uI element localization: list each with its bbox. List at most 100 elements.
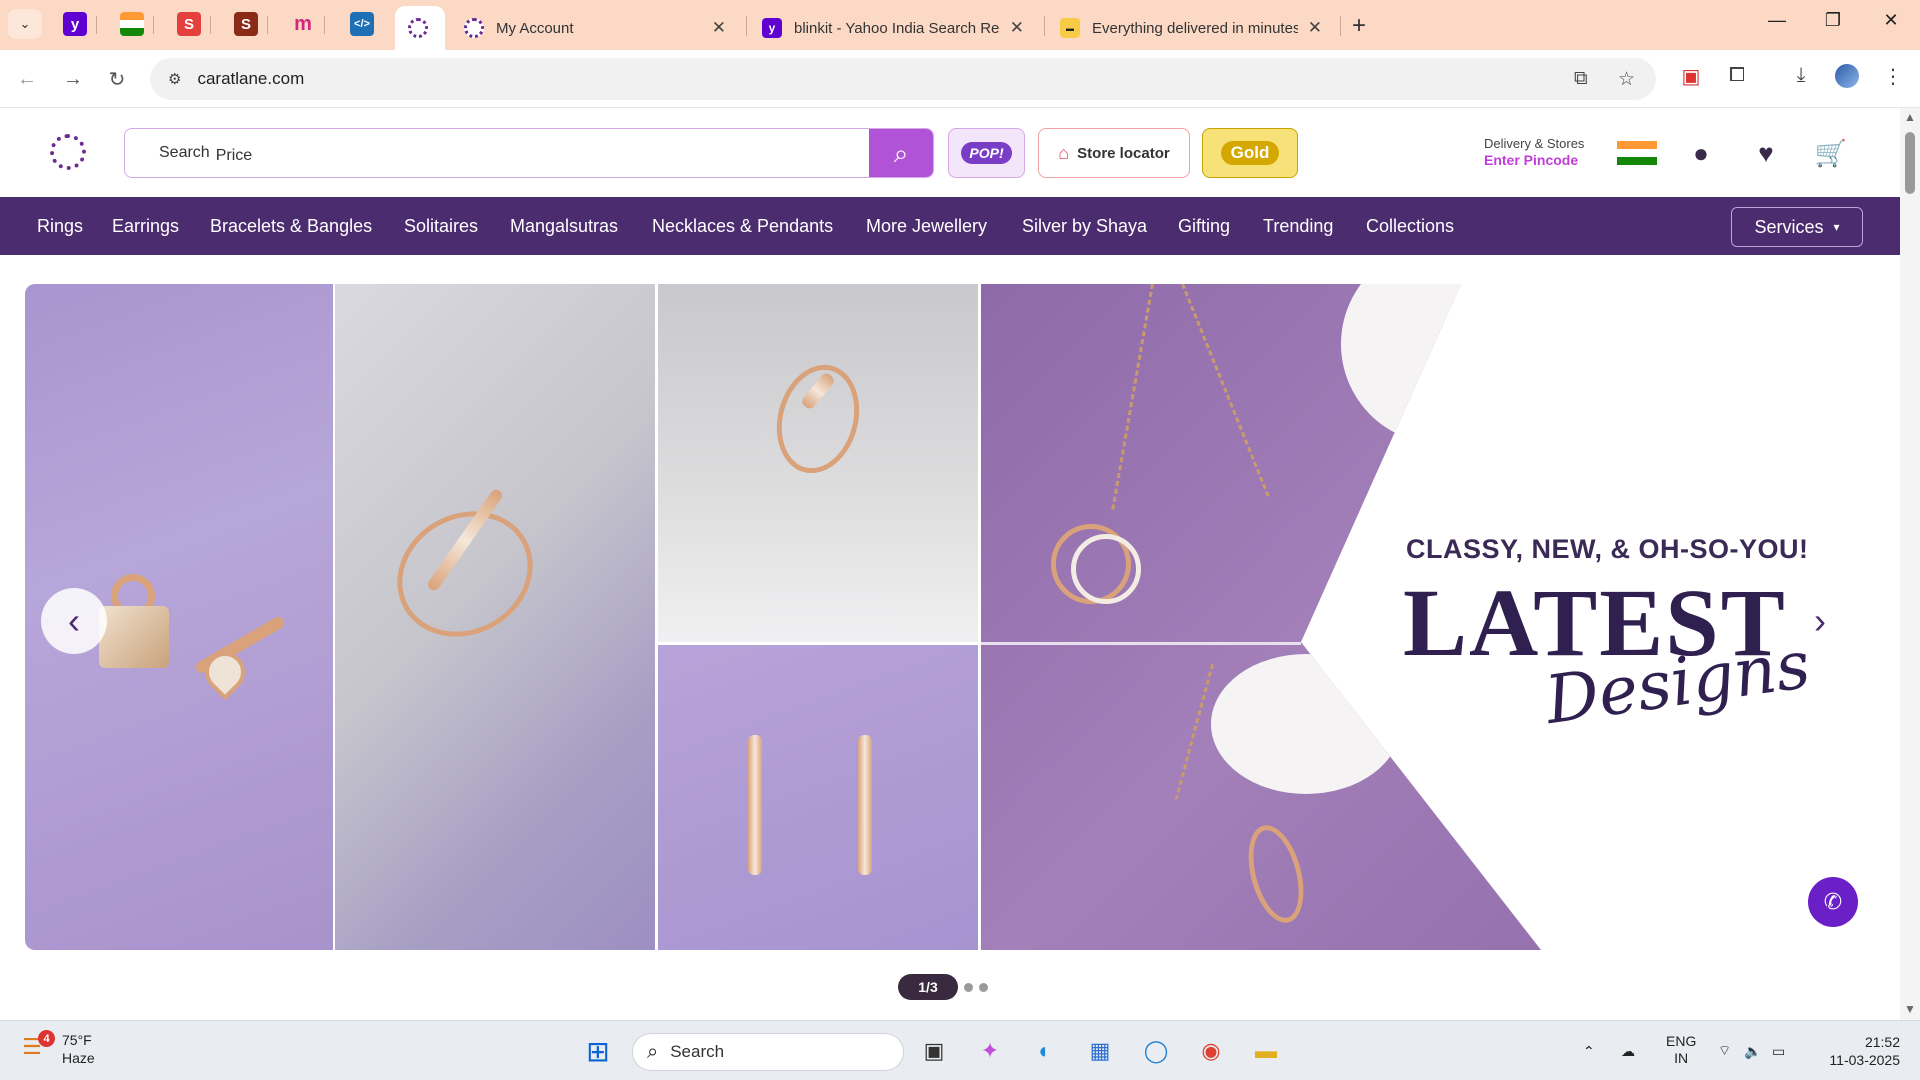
scroll-thumb[interactable] xyxy=(1905,132,1915,194)
tab-search-dropdown[interactable]: ⌄ xyxy=(8,9,42,39)
search-button[interactable]: ⌕ xyxy=(869,129,933,177)
india-flag-icon[interactable] xyxy=(1617,141,1657,165)
account-icon[interactable]: ● xyxy=(1686,138,1716,168)
carousel-dot[interactable] xyxy=(964,982,973,992)
wifi-icon[interactable]: ⌔ xyxy=(1718,1021,1731,1080)
nav-bracelets-bangles[interactable]: Bracelets & Bangles xyxy=(210,216,372,237)
page-scrollbar[interactable]: ▲ ▼ xyxy=(1900,108,1920,1020)
scroll-up-icon[interactable]: ▲ xyxy=(1904,110,1916,124)
close-icon[interactable]: ✕ xyxy=(1010,18,1024,38)
tab-divider xyxy=(210,16,211,34)
tab-blinkit-search[interactable]: y blinkit - Yahoo India Search Res ✕ xyxy=(748,6,1038,50)
language-indicator[interactable]: ENG IN xyxy=(1666,1033,1696,1067)
tab-divider xyxy=(746,16,747,36)
services-label: Services xyxy=(1754,216,1824,237)
menu-kebab-icon[interactable]: ⋮ xyxy=(1878,64,1908,89)
nav-gifting[interactable]: Gifting xyxy=(1178,216,1230,237)
nav-rings[interactable]: Rings xyxy=(37,216,83,237)
banner-image-twist-ring xyxy=(658,284,978,642)
nav-more-jewellery[interactable]: More Jewellery xyxy=(866,216,987,237)
weather-widget[interactable]: ☰ 4 75°F Haze xyxy=(22,1030,95,1067)
nav-solitaires[interactable]: Solitaires xyxy=(404,216,478,237)
show-hidden-icons[interactable]: ⌃ xyxy=(1583,1021,1595,1080)
cart-icon[interactable]: 🛒 xyxy=(1815,138,1847,168)
nav-silver-by-shaya[interactable]: Silver by Shaya xyxy=(1022,216,1147,237)
nav-necklaces-pendants[interactable]: Necklaces & Pendants xyxy=(652,216,833,237)
blinkit-favicon: ▬ xyxy=(1060,18,1080,38)
pinned-tab-india[interactable] xyxy=(120,12,144,36)
file-explorer-icon[interactable]: ▬ xyxy=(1248,1033,1284,1069)
forward-icon[interactable]: → xyxy=(56,62,90,96)
caratlane-logo[interactable] xyxy=(50,134,86,170)
twist-ring-band xyxy=(765,355,871,483)
carousel-next-button[interactable]: › xyxy=(1787,588,1853,654)
tab-caratlane[interactable] xyxy=(395,6,445,50)
store-locator-button[interactable]: ⌂ Store locator xyxy=(1038,128,1190,178)
pop-button[interactable]: POP! xyxy=(948,128,1025,178)
bookmark-star-icon[interactable]: ☆ xyxy=(1618,58,1635,100)
tab-divider xyxy=(1340,16,1341,36)
app-icon[interactable]: ◯ xyxy=(1138,1033,1174,1069)
call-support-button[interactable]: ✆ xyxy=(1808,877,1858,927)
copilot-icon[interactable]: ✦ xyxy=(972,1033,1008,1069)
extension-icon[interactable]: ▣ xyxy=(1676,64,1706,89)
taskbar-search[interactable]: ⌕ Search xyxy=(632,1033,904,1071)
new-tab-icon[interactable]: + xyxy=(1352,12,1366,40)
window-close-icon[interactable]: ✕ xyxy=(1868,10,1914,31)
address-url[interactable]: caratlane.com xyxy=(197,69,304,89)
hero-banner[interactable]: CLASSY, NEW, & OH-SO-YOU! LATEST Designs… xyxy=(25,284,1857,950)
volume-icon[interactable]: 🔈 xyxy=(1744,1021,1761,1080)
nav-earrings[interactable]: Earrings xyxy=(112,216,179,237)
nav-mangalsutras[interactable]: Mangalsutras xyxy=(510,216,618,237)
extensions-puzzle-icon[interactable]: ⧠ xyxy=(1722,64,1752,87)
battery-icon[interactable]: ▭ xyxy=(1772,1021,1785,1080)
store-app-icon[interactable]: ▦ xyxy=(1082,1033,1118,1069)
gold-button[interactable]: Gold xyxy=(1202,128,1298,178)
nav-trending[interactable]: Trending xyxy=(1263,216,1333,237)
carousel-prev-button[interactable]: ‹ xyxy=(41,588,107,654)
minimize-icon[interactable]: — xyxy=(1754,10,1800,31)
carousel-dot[interactable] xyxy=(979,982,988,992)
pinned-tab-s[interactable]: S xyxy=(177,12,201,36)
wishlist-heart-icon[interactable]: ♥ xyxy=(1751,138,1781,168)
pinned-tab-s2[interactable]: S xyxy=(234,12,258,36)
tab-my-account[interactable]: My Account ✕ xyxy=(450,6,740,50)
restore-icon[interactable]: ❐ xyxy=(1810,10,1856,31)
enter-pincode-link[interactable]: Enter Pincode xyxy=(1484,152,1584,168)
delivery-title: Delivery & Stores xyxy=(1484,136,1585,151)
site-info-icon[interactable]: ⚙ xyxy=(168,70,181,88)
delivery-pincode[interactable]: Delivery & Stores Enter Pincode xyxy=(1484,136,1584,168)
tab-blinkit[interactable]: ▬ Everything delivered in minutes ✕ xyxy=(1046,6,1336,50)
store-icon: ⌂ xyxy=(1058,142,1070,163)
tab-divider xyxy=(267,16,268,34)
task-view-icon[interactable]: ▣ xyxy=(916,1033,952,1069)
close-icon[interactable]: ✕ xyxy=(712,18,726,38)
clock-date: 11-03-2025 xyxy=(1829,1052,1900,1068)
scroll-down-icon[interactable]: ▼ xyxy=(1904,1002,1916,1016)
weather-badge: 4 xyxy=(38,1030,55,1047)
address-bar[interactable]: ⚙ caratlane.com ⧉ ☆ xyxy=(150,58,1656,100)
search-input[interactable]: Search Price ⌕ xyxy=(124,128,934,178)
search-placeholder: Price xyxy=(215,147,253,164)
weather-condition: Haze xyxy=(62,1050,95,1066)
download-icon[interactable]: ⤓ xyxy=(1786,64,1816,87)
drop-earring-left xyxy=(748,735,762,875)
reload-icon[interactable]: ↻ xyxy=(100,62,134,96)
close-icon[interactable]: ✕ xyxy=(1308,18,1322,38)
windows-taskbar: ☰ 4 75°F Haze ⊞ ⌕ Search ▣ ✦ ◐ ▦ ◯ ◉ ▬ ⌃ … xyxy=(0,1020,1920,1080)
nav-collections[interactable]: Collections xyxy=(1366,216,1454,237)
chrome-icon[interactable]: ◉ xyxy=(1193,1033,1229,1069)
system-clock[interactable]: 21:52 11-03-2025 xyxy=(1818,1033,1900,1069)
edge-icon[interactable]: ◐ xyxy=(1027,1033,1063,1069)
pinned-tab-code[interactable]: </> xyxy=(350,12,374,36)
onedrive-icon[interactable]: ☁ xyxy=(1621,1021,1635,1080)
profile-avatar[interactable] xyxy=(1832,64,1862,94)
pinned-tab-m[interactable]: m xyxy=(291,12,315,36)
chevron-left-icon: ‹ xyxy=(68,600,80,641)
services-dropdown[interactable]: Services ▾ xyxy=(1731,207,1863,247)
chevron-down-icon: ⌄ xyxy=(19,16,31,31)
back-icon[interactable]: ← xyxy=(10,62,44,96)
windows-start-icon[interactable]: ⊞ xyxy=(580,1033,616,1069)
translate-icon[interactable]: ⧉ xyxy=(1574,58,1588,100)
pinned-tab-yahoo[interactable]: y xyxy=(63,12,87,36)
